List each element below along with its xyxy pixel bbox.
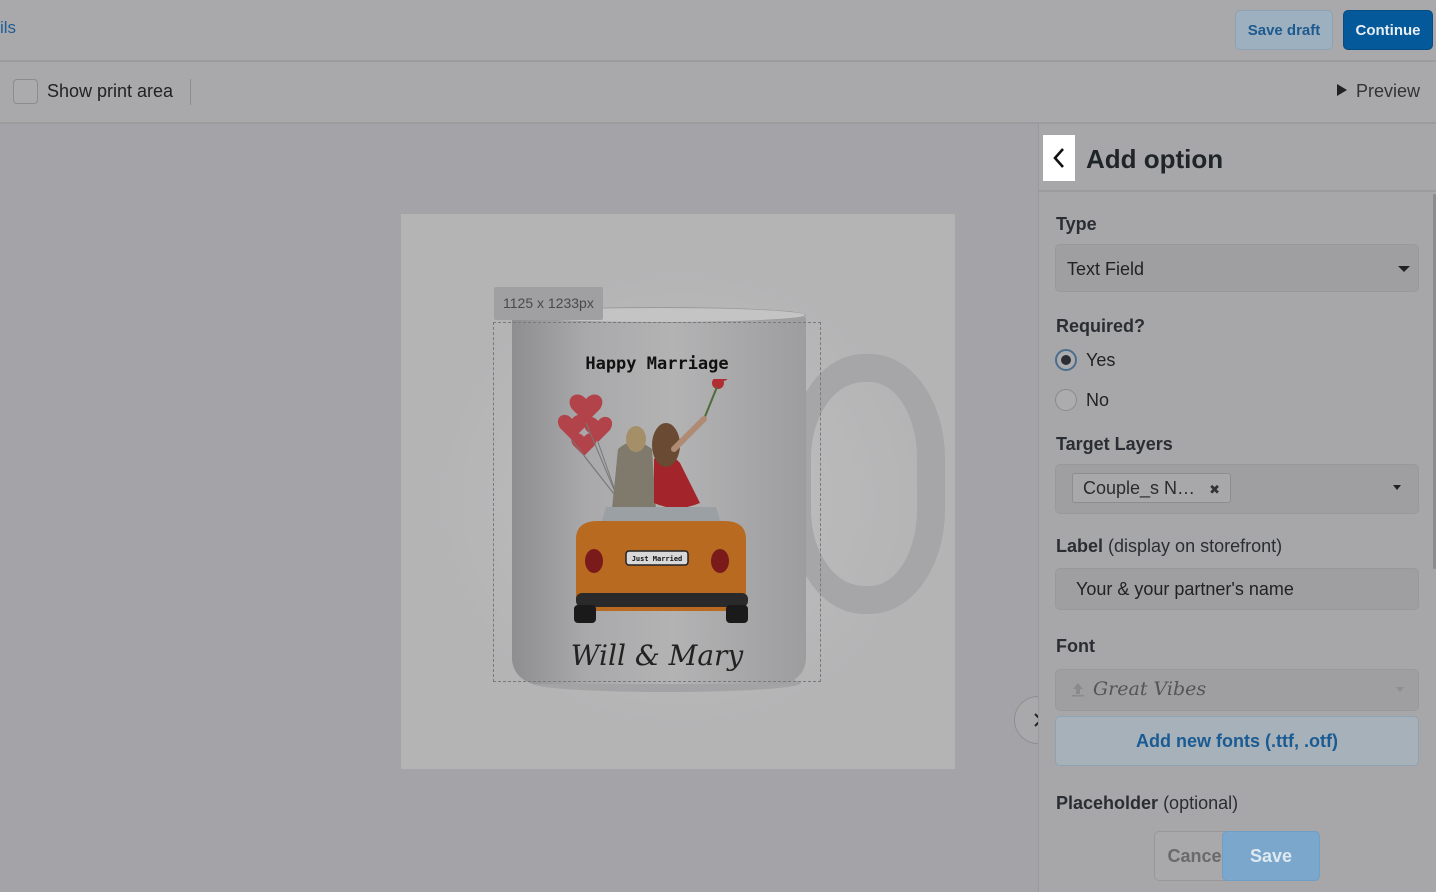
required-yes-radio[interactable]	[1055, 349, 1077, 371]
toolbar-divider	[190, 79, 191, 105]
save-button[interactable]: Save	[1222, 831, 1320, 881]
mockup-artboard: Happy Marriage Just Married Will & Mary …	[401, 214, 955, 769]
required-no-label[interactable]: No	[1086, 390, 1109, 411]
upload-icon	[1072, 683, 1084, 697]
save-draft-button[interactable]: Save draft	[1235, 10, 1333, 50]
label-input-value: Your & your partner's name	[1076, 579, 1294, 599]
caret-down-icon	[1393, 485, 1401, 490]
label-field-label: Label (display on storefront)	[1056, 536, 1283, 556]
play-icon	[1337, 84, 1347, 96]
placeholder-label: Placeholder (optional)	[1056, 793, 1239, 813]
font-select[interactable]: Great Vibes	[1055, 669, 1419, 711]
add-option-panel: Add option Type Text Field Required? Yes…	[1038, 124, 1436, 892]
back-button[interactable]	[1043, 135, 1075, 181]
breadcrumb-link[interactable]: ils	[0, 18, 16, 38]
print-area-outline[interactable]	[493, 322, 821, 682]
preview-button[interactable]: Preview	[1337, 81, 1420, 102]
design-canvas[interactable]: Happy Marriage Just Married Will & Mary …	[0, 124, 1038, 892]
font-select-value: Great Vibes	[1093, 678, 1207, 700]
panel-title: Add option	[1086, 144, 1224, 174]
panel-header: Add option	[1039, 124, 1436, 192]
show-print-area-label[interactable]: Show print area	[47, 81, 173, 102]
target-layer-tag: Couple_s N… ✖	[1072, 473, 1231, 503]
top-bar: ils Save draft Continue	[0, 0, 1436, 62]
type-label: Type	[1056, 214, 1097, 234]
type-select-value: Text Field	[1067, 259, 1145, 279]
target-layer-tag-label: Couple_s N…	[1083, 478, 1196, 498]
required-yes-label[interactable]: Yes	[1086, 350, 1115, 371]
type-select[interactable]: Text Field	[1055, 244, 1419, 292]
caret-down-icon	[1396, 687, 1404, 692]
editor-toolbar: Show print area Preview	[0, 62, 1436, 124]
continue-button[interactable]: Continue	[1343, 10, 1433, 50]
label-input[interactable]: Your & your partner's name	[1055, 568, 1419, 610]
font-label: Font	[1056, 636, 1095, 656]
required-no-radio[interactable]	[1055, 389, 1077, 411]
show-print-area-checkbox[interactable]	[13, 79, 38, 104]
add-new-fonts-button[interactable]: Add new fonts (.ttf, .otf)	[1055, 716, 1419, 766]
chevron-left-icon	[1053, 148, 1064, 168]
target-layers-label: Target Layers	[1056, 434, 1173, 454]
target-layers-select[interactable]: Couple_s N… ✖	[1055, 464, 1419, 514]
preview-label: Preview	[1356, 81, 1421, 101]
required-label: Required?	[1056, 316, 1146, 336]
caret-down-icon	[1398, 266, 1410, 272]
print-area-size-label: 1125 x 1233px	[494, 287, 603, 320]
remove-tag-icon[interactable]: ✖	[1209, 482, 1220, 497]
